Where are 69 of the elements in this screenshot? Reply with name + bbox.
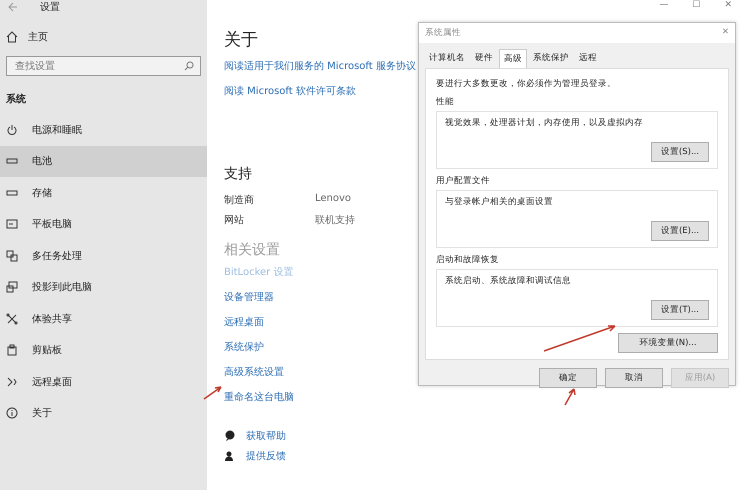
search-field[interactable]: 查找设置 (6, 56, 201, 76)
annotation-arrow (563, 386, 577, 406)
sidebar-item[interactable]: 电源和睡眠 (0, 114, 207, 146)
sidebar-item[interactable]: 存储 (0, 177, 207, 208)
window-control[interactable]: ✕ (724, 0, 732, 10)
link[interactable]: 阅读适用于我们服务的 Microsoft 服务协议 (224, 59, 416, 73)
share-icon (6, 312, 18, 325)
chat-bubble-icon (224, 430, 236, 442)
group-title: 用户配置文件 (436, 175, 491, 187)
settings-button[interactable]: 设置(E)... (651, 221, 709, 241)
link[interactable]: 提供反馈 (246, 449, 286, 463)
link[interactable]: 远程桌面 (224, 315, 264, 329)
annotation-arrow (203, 384, 223, 400)
link[interactable]: 设备管理器 (224, 290, 274, 304)
info-label: 制造商 (224, 194, 255, 207)
tablet-icon (6, 218, 18, 230)
info-icon (6, 407, 18, 420)
sidebar-item[interactable]: 投影到此电脑 (0, 272, 207, 303)
search-input[interactable]: 查找设置 (13, 60, 184, 72)
tab[interactable]: 计算机名 (425, 49, 469, 68)
group-description: 视觉效果，处理器计划，内存使用，以及虚拟内存 (445, 117, 644, 129)
section-heading: 相关设置 (224, 241, 280, 259)
group-description: 系统启动、系统故障和调试信息 (445, 275, 572, 287)
group-description: 与登录帐户相关的桌面设置 (445, 196, 554, 208)
group-title: 性能 (436, 96, 455, 108)
link[interactable]: 阅读 Microsoft 软件许可条款 (224, 84, 356, 98)
screens-icon (6, 281, 18, 294)
info-label: 网站 (224, 214, 245, 227)
page-title: 关于 (224, 29, 258, 51)
dialog-title: 系统属性 (425, 27, 461, 39)
search-icon (184, 61, 194, 71)
info-value: Lenovo (315, 193, 352, 206)
sidebar-item[interactable]: 关于 (0, 398, 207, 429)
home-item[interactable]: 主页 (0, 14, 207, 52)
close-button[interactable]: ✕ (722, 27, 729, 39)
dialog-button[interactable]: 确定 (539, 368, 597, 388)
sidebar-item[interactable]: 电池 (0, 146, 207, 177)
group-title: 启动和故障恢复 (436, 254, 500, 266)
link[interactable]: 获取帮助 (246, 429, 286, 443)
sidebar-item[interactable]: 多任务处理 (0, 240, 207, 272)
tab[interactable]: 系统保护 (529, 49, 573, 68)
sidebar-item[interactable]: 远程桌面 (0, 366, 207, 398)
power-icon (6, 124, 18, 136)
back-arrow-icon[interactable] (8, 2, 18, 12)
tab[interactable]: 硬件 (471, 49, 497, 68)
home-icon (6, 31, 18, 43)
sidebar-item[interactable]: 体验共享 (0, 303, 207, 334)
link[interactable]: 联机支持 (315, 213, 355, 227)
window-control[interactable]: — (659, 0, 668, 10)
dialog-button[interactable]: 取消 (605, 368, 663, 388)
section-heading: 系统 (5, 92, 27, 107)
settings-button[interactable]: 设置(T)... (651, 300, 709, 320)
tab[interactable]: 远程 (575, 49, 601, 68)
sidebar-item[interactable]: 剪贴板 (0, 334, 207, 366)
sidebar-item[interactable]: 平板电脑 (0, 208, 207, 240)
settings-button[interactable]: 设置(S)... (651, 142, 709, 162)
tab[interactable]: 高级 (499, 49, 527, 68)
window-title: 设置 (40, 0, 60, 14)
clipboard-icon (6, 344, 18, 356)
chevrons-icon (6, 376, 18, 388)
window-control[interactable]: ☐ (692, 0, 700, 10)
link[interactable]: 重命名这台电脑 (224, 390, 294, 404)
link[interactable]: 高级系统设置 (224, 365, 284, 379)
notice-text: 要进行大多数更改，你必须作为管理员登录。 (436, 78, 617, 90)
environment-variables-button[interactable]: 环境变量(N)... (618, 333, 718, 353)
person-icon (224, 450, 236, 462)
section-heading: 支持 (224, 165, 252, 183)
link[interactable]: 系统保护 (224, 340, 264, 354)
windows-icon (6, 250, 18, 262)
